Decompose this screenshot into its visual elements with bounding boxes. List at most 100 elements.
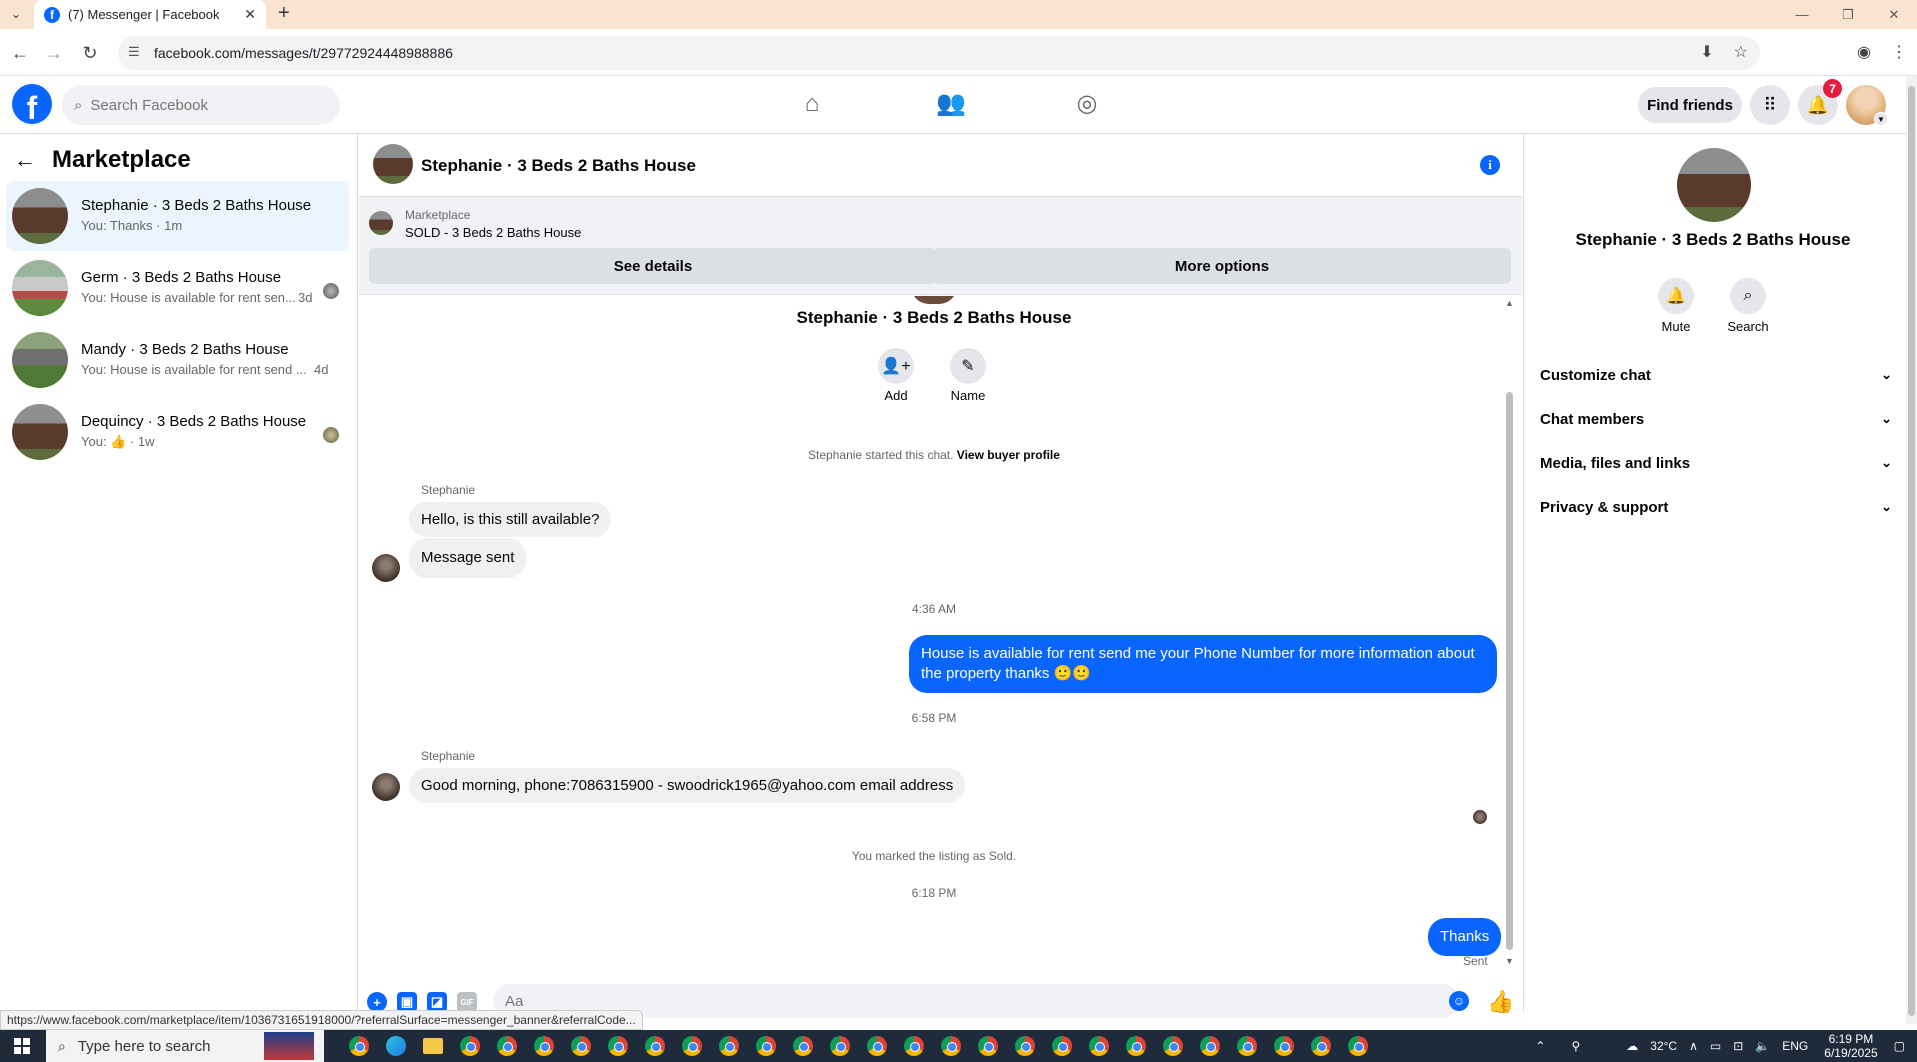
chrome-taskbar-icon[interactable] <box>821 1030 858 1062</box>
view-buyer-profile-link[interactable]: View buyer profile <box>957 448 1060 462</box>
info-icon[interactable]: i <box>1480 155 1500 175</box>
chrome-taskbar-icon[interactable] <box>1043 1030 1080 1062</box>
customize-chat-section[interactable]: Customize chat ⌄ <box>1540 355 1892 395</box>
outgoing-message[interactable]: Thanks <box>1428 918 1502 956</box>
add-person-icon[interactable]: 👤+ <box>878 348 914 384</box>
taskbar-overflow-icon[interactable]: ⌃ <box>1535 1039 1545 1053</box>
outgoing-message[interactable]: House is available for rent send me your… <box>909 635 1497 693</box>
page-scrollbar[interactable] <box>1906 76 1917 1024</box>
more-options-button[interactable]: More options <box>933 248 1511 284</box>
forward-icon[interactable]: → <box>42 41 66 65</box>
notifications-bell-icon[interactable]: 🔔 7 <box>1798 79 1842 125</box>
volume-icon[interactable]: 🔈 <box>1755 1039 1770 1053</box>
tab-search-icon[interactable]: ⌄ <box>6 4 26 24</box>
close-window-icon[interactable]: ✕ <box>1871 0 1917 29</box>
find-friends-button[interactable]: Find friends <box>1638 87 1742 123</box>
network-icon[interactable]: ▭ <box>1710 1039 1721 1053</box>
file-explorer-icon[interactable] <box>414 1030 451 1062</box>
emoji-icon[interactable]: ☺ <box>1449 991 1469 1011</box>
scroll-down-icon[interactable]: ▼ <box>1505 956 1514 966</box>
see-details-button[interactable]: See details <box>369 248 937 284</box>
site-info-icon[interactable]: ☰ <box>128 44 140 60</box>
chrome-taskbar-icon[interactable] <box>1339 1030 1376 1062</box>
message-scrollbar[interactable] <box>1503 296 1515 968</box>
install-app-icon[interactable]: ⬇ <box>1700 42 1713 62</box>
notification-center-icon[interactable]: ▢ <box>1894 1039 1905 1053</box>
message-scrollbar-thumb[interactable] <box>1506 392 1513 950</box>
chat-avatar[interactable] <box>373 144 413 184</box>
chrome-taskbar-icon[interactable] <box>636 1030 673 1062</box>
language-indicator[interactable]: ENG <box>1782 1039 1808 1053</box>
chrome-taskbar-icon[interactable] <box>673 1030 710 1062</box>
show-hidden-icons-icon[interactable]: ∧ <box>1689 1039 1698 1053</box>
back-arrow-icon[interactable]: ← <box>14 147 36 173</box>
conversation-item[interactable]: Germ · 3 Beds 2 Baths House You: House i… <box>6 253 349 323</box>
chrome-taskbar-icon[interactable] <box>1191 1030 1228 1062</box>
chrome-taskbar-icon[interactable] <box>784 1030 821 1062</box>
like-thumb-icon[interactable]: 👍 <box>1487 989 1514 1015</box>
chrome-taskbar-icon[interactable] <box>488 1030 525 1062</box>
url-field[interactable]: ☰ facebook.com/messages/t/29772924448988… <box>118 36 1760 70</box>
chrome-taskbar-icon[interactable] <box>1154 1030 1191 1062</box>
temperature[interactable]: 32°C <box>1650 1039 1677 1053</box>
chrome-taskbar-icon[interactable] <box>969 1030 1006 1062</box>
reload-icon[interactable]: ↻ <box>78 41 102 65</box>
gif-icon[interactable]: GIF <box>457 992 477 1012</box>
page-scrollbar-thumb[interactable] <box>1908 86 1915 1016</box>
incoming-message[interactable]: Hello, is this still available? <box>409 502 612 537</box>
chrome-taskbar-icon[interactable] <box>895 1030 932 1062</box>
weather-cloud-icon[interactable]: ☁ <box>1626 1039 1638 1053</box>
facebook-search[interactable]: ⌕ <box>62 85 340 125</box>
chrome-taskbar-icon[interactable] <box>451 1030 488 1062</box>
edit-pencil-icon[interactable]: ✎ <box>950 348 986 384</box>
home-icon[interactable]: ⌂ <box>792 86 832 122</box>
restore-icon[interactable]: ❐ <box>1825 0 1871 29</box>
photo-icon[interactable]: ▣ <box>397 992 417 1012</box>
bookmark-star-icon[interactable]: ☆ <box>1734 42 1748 62</box>
chrome-taskbar-icon[interactable] <box>747 1030 784 1062</box>
sender-avatar[interactable] <box>372 554 400 582</box>
media-files-links-section[interactable]: Media, files and links ⌄ <box>1540 443 1892 483</box>
windows-start-icon[interactable] <box>0 1030 44 1062</box>
groups-icon[interactable]: ◎ <box>1067 86 1107 122</box>
chrome-taskbar-icon[interactable] <box>340 1030 377 1062</box>
chat-title[interactable]: Stephanie · 3 Beds 2 Baths House <box>421 156 696 176</box>
people-icon[interactable]: ⚲ <box>1571 1039 1580 1053</box>
chrome-taskbar-icon[interactable] <box>710 1030 747 1062</box>
chrome-taskbar-icon[interactable] <box>1302 1030 1339 1062</box>
display-icon[interactable]: ⊡ <box>1733 1039 1743 1053</box>
search-icon[interactable]: ⌕ <box>1730 278 1766 314</box>
plus-icon[interactable]: + <box>367 992 387 1012</box>
chat-members-section[interactable]: Chat members ⌄ <box>1540 399 1892 439</box>
minimize-icon[interactable]: — <box>1779 0 1825 29</box>
chrome-taskbar-icon[interactable] <box>525 1030 562 1062</box>
chrome-taskbar-icon[interactable] <box>932 1030 969 1062</box>
friends-icon[interactable]: 👥 <box>931 86 971 122</box>
sticker-icon[interactable]: ◪ <box>427 992 447 1012</box>
browser-profile-icon[interactable]: ◉ <box>1857 42 1871 62</box>
chrome-taskbar-icon[interactable] <box>599 1030 636 1062</box>
chrome-taskbar-icon[interactable] <box>1117 1030 1154 1062</box>
mute-bell-icon[interactable]: 🔔 <box>1658 278 1694 314</box>
facebook-logo-icon[interactable]: f <box>12 84 52 124</box>
info-panel-avatar[interactable] <box>1677 148 1751 222</box>
facebook-search-input[interactable] <box>90 96 311 114</box>
incoming-message[interactable]: Message sent <box>409 538 527 578</box>
edge-taskbar-icon[interactable] <box>377 1030 414 1062</box>
taskbar-search[interactable]: ⌕ Type here to search <box>46 1030 324 1062</box>
incoming-message[interactable]: Good morning, phone:7086315900 - swoodri… <box>409 768 966 803</box>
chrome-taskbar-icon[interactable] <box>858 1030 895 1062</box>
chrome-taskbar-icon[interactable] <box>562 1030 599 1062</box>
chrome-taskbar-icon[interactable] <box>1080 1030 1117 1062</box>
conversation-item[interactable]: Dequincy · 3 Beds 2 Baths House You: 👍 ·… <box>6 397 349 467</box>
conversation-item[interactable]: Stephanie · 3 Beds 2 Baths House You: Th… <box>6 181 349 251</box>
new-tab-icon[interactable]: + <box>278 2 290 25</box>
chrome-taskbar-icon[interactable] <box>1228 1030 1265 1062</box>
back-icon[interactable]: ← <box>8 41 32 65</box>
browser-menu-icon[interactable]: ⋮ <box>1891 42 1907 62</box>
sender-avatar[interactable] <box>372 773 400 801</box>
chrome-taskbar-icon[interactable] <box>1006 1030 1043 1062</box>
chevron-down-icon[interactable]: ▼ <box>1874 112 1888 126</box>
browser-tab[interactable]: f (7) Messenger | Facebook ✕ <box>34 0 266 29</box>
conversation-item[interactable]: Mandy · 3 Beds 2 Baths House You: House … <box>6 325 349 395</box>
